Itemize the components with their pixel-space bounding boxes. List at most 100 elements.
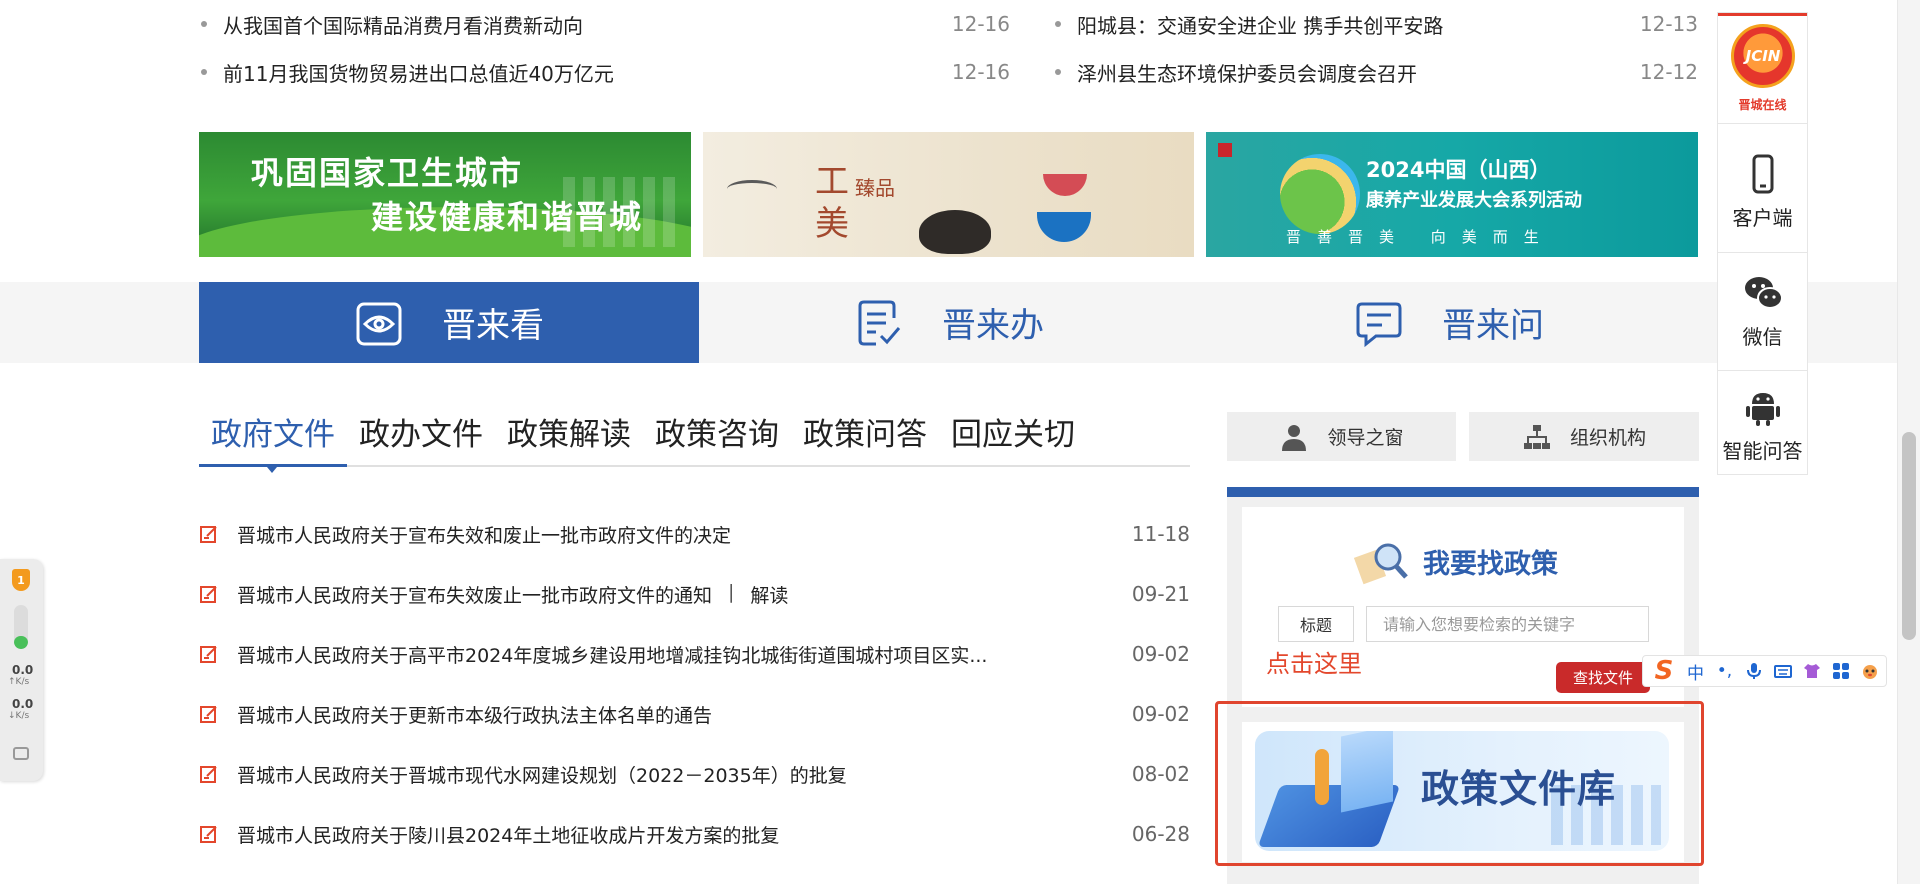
doc-row[interactable]: 晋城市人民政府关于更新市本级行政执法主体名单的通告 09-02 [199,684,1190,744]
bowl-icon [1037,212,1091,242]
ime-punctuation-toggle[interactable]: •, [1710,657,1739,685]
news-date: 12-16 [951,60,1010,84]
service-ask-button[interactable]: 晋来问 [1199,282,1699,363]
news-date: 12-13 [1639,12,1698,36]
news-item[interactable]: 阳城县：交通安全进企业 携手共创平安路 12-13 [1053,0,1698,48]
bullet-dot-icon [1055,69,1061,75]
banner-text: 建设健康和谐晋城 [371,198,644,236]
news-item[interactable]: 从我国首个国际精品消费月看消费新动向 12-16 [199,0,1010,48]
banner-text: 康养产业发展大会系列活动 [1366,190,1582,211]
find-file-tag[interactable]: 查找文件 [1556,662,1650,693]
tab-policy-interpretation[interactable]: 政策解读 [495,405,643,465]
ime-toolbar: S 中 •, [1642,655,1887,687]
download-speed: 0.0 [12,697,34,711]
highlight-frame [1215,701,1704,866]
doc-row[interactable]: 晋城市人民政府关于宣布失效和废止一批市政府文件的决定 11-18 [199,504,1190,564]
news-item[interactable]: 前11月我国货物贸易进出口总值近40万亿元 12-16 [199,48,1010,96]
ime-language-toggle[interactable]: 中 [1681,657,1710,685]
org-chart-icon [1523,424,1550,449]
sidebar-item-smart-qa[interactable]: 智能问答 [1718,371,1807,475]
interpretation-link[interactable]: 解读 [750,581,788,608]
search-field-label[interactable]: 标题 [1278,606,1354,642]
camera-icon[interactable] [13,747,29,760]
news-section: 从我国首个国际精品消费月看消费新动向 12-16 前11月我国货物贸易进出口总值… [199,0,1699,90]
service-label: 晋来看 [442,306,544,346]
sidebar-label: 微信 [1742,325,1783,349]
doc-row[interactable]: 晋城市人民政府关于晋城市现代水网建设规划（2022－2035年）的批复 08-0… [199,744,1190,804]
service-label: 晋来问 [1442,306,1544,346]
doc-date: 09-02 [1131,702,1190,726]
person-icon [1282,424,1307,451]
keyboard-icon[interactable] [1768,657,1797,685]
doc-title[interactable]: 晋城市人民政府关于陵川县2024年土地征收成片开发方案的批复 [237,821,1122,848]
doc-title[interactable]: 晋城市人民政府关于宣布失效废止一批市政府文件的通知 [237,581,712,608]
service-handle-button[interactable]: 晋来办 [699,282,1199,363]
edit-doc-icon [200,826,217,843]
policy-finder-title: 我要找政策 [1423,549,1558,580]
mascot-icon[interactable] [1855,657,1884,685]
news-title[interactable]: 泽州县生态环境保护委员会调度会召开 [1077,58,1628,87]
sidebar-logo-block[interactable]: JCIN 晋城在线 [1718,13,1807,124]
news-title[interactable]: 阳城县：交通安全进企业 携手共创平安路 [1077,10,1628,39]
doc-title[interactable]: 晋城市人民政府关于晋城市现代水网建设规划（2022－2035年）的批复 [237,761,1122,788]
news-date: 12-16 [951,12,1010,36]
panel-top-bar [1227,487,1699,497]
tab-government-docs[interactable]: 政府文件 [199,405,347,467]
tab-office-docs[interactable]: 政办文件 [347,405,495,465]
news-title[interactable]: 前11月我国货物贸易进出口总值近40万亿元 [223,58,940,87]
doc-title[interactable]: 晋城市人民政府关于宣布失效和废止一批市政府文件的决定 [237,521,1122,548]
android-icon [1745,393,1780,426]
memory-gauge [14,605,28,649]
banner-logo [1218,142,1238,157]
doc-list: 晋城市人民政府关于宣布失效和废止一批市政府文件的决定 11-18 晋城市人民政府… [199,504,1190,864]
doc-title[interactable]: 晋城市人民政府关于更新市本级行政执法主体名单的通告 [237,701,1122,728]
service-look-button[interactable]: 晋来看 [199,282,699,363]
policy-search-input[interactable] [1366,606,1649,642]
toolbox-grid-icon[interactable] [1826,657,1855,685]
bullet-dot-icon [201,21,207,27]
separator: | [728,580,735,603]
floating-sidebar: JCIN 晋城在线 客户端 微信 智能问答 [1717,12,1808,475]
tab-policy-consulting[interactable]: 政策咨询 [643,405,791,465]
tab-response-concerns[interactable]: 回应关切 [939,405,1087,465]
edit-doc-icon [200,706,217,723]
bullet-dot-icon [201,69,207,75]
doc-row[interactable]: 晋城市人民政府关于高平市2024年度城乡建设用地增减挂钩北城街街道围城村项目区实… [199,624,1190,684]
active-tab-indicator [267,467,277,473]
doc-title[interactable]: 晋城市人民政府关于高平市2024年度城乡建设用地增减挂钩北城街街道围城村项目区实… [237,641,1122,668]
download-unit: ↓K/s [8,711,30,721]
banner-health-city[interactable]: 巩固国家卫生城市 建设健康和谐晋城 [199,132,691,257]
doc-date: 11-18 [1131,522,1190,546]
page-scrollbar[interactable] [1897,0,1920,884]
doc-date: 06-28 [1131,822,1190,846]
upload-speed: 0.0 [12,663,34,677]
crane-icon [727,180,777,198]
jcin-logo: JCIN [1731,24,1795,88]
download-unit-text: K/s [15,711,30,721]
leaders-window-label: 领导之窗 [1327,427,1404,449]
leaders-window-button[interactable]: 领导之窗 [1227,412,1456,461]
checklist-icon [858,300,901,345]
banner-craft[interactable]: 工 美 臻品 [703,132,1194,257]
news-item[interactable]: 泽州县生态环境保护委员会调度会召开 12-12 [1053,48,1698,96]
bullet-dot-icon [1055,21,1061,27]
scrollbar-thumb[interactable] [1902,432,1916,640]
tab-policy-qa[interactable]: 政策问答 [791,405,939,465]
doc-date: 09-02 [1131,642,1190,666]
network-speed-widget[interactable]: 1 0.0 ↑K/s 0.0 ↓K/s [0,559,43,781]
banner-health-industry[interactable]: 2024中国（山西） 康养产业发展大会系列活动 晋善晋美 向美而生 [1206,132,1698,257]
sidebar-label: 智能问答 [1722,439,1803,463]
doc-date: 08-02 [1131,762,1190,786]
banner-text: 美 [815,204,849,244]
sidebar-item-wechat[interactable]: 微信 [1718,253,1807,371]
doc-row[interactable]: 晋城市人民政府关于宣布失效废止一批市政府文件的通知 | 解读 09-21 [199,564,1190,624]
org-structure-button[interactable]: 组织机构 [1469,412,1699,461]
banner-text: 晋善晋美 向美而生 [1286,228,1555,246]
doc-row[interactable]: 晋城市人民政府关于陵川县2024年土地征收成片开发方案的批复 06-28 [199,804,1190,864]
org-structure-label: 组织机构 [1569,427,1646,449]
skin-shirt-icon[interactable] [1797,657,1826,685]
news-title[interactable]: 从我国首个国际精品消费月看消费新动向 [223,10,940,39]
microphone-icon[interactable] [1739,657,1768,685]
sogou-logo-icon[interactable]: S [1647,656,1681,686]
sidebar-item-client[interactable]: 客户端 [1718,124,1807,253]
